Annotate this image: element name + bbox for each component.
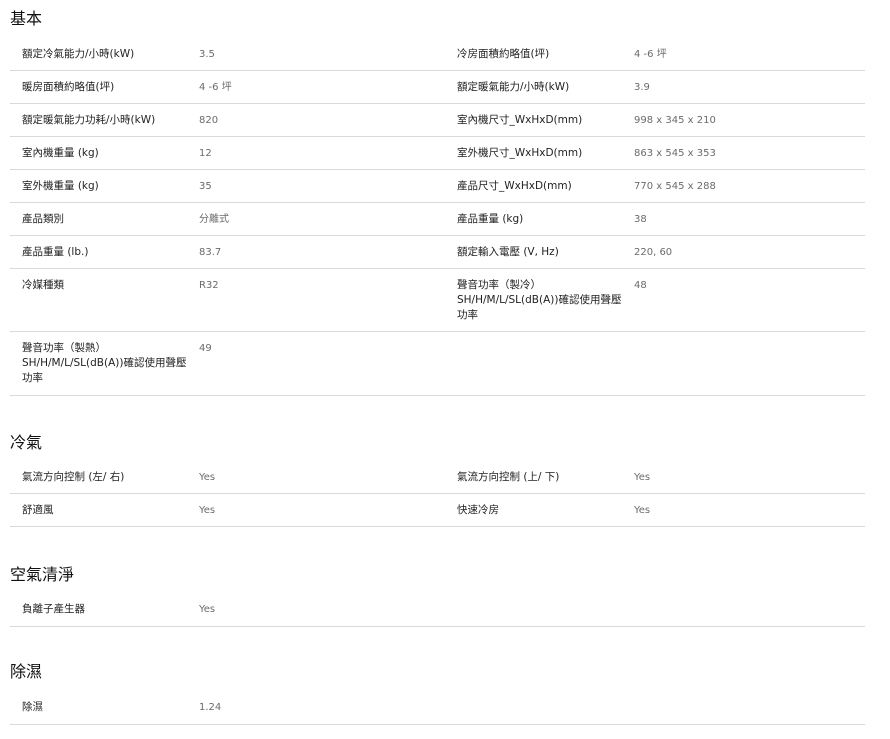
spec-label: 額定輸入電壓 (V, Hz) xyxy=(457,246,559,258)
table-row: 產品重量 (lb.) 83.7 額定輸入電壓 (V, Hz) 220, 60 xyxy=(10,236,865,269)
empty-cell xyxy=(445,593,634,626)
section-air-purification: 空氣清淨 xyxy=(10,565,74,585)
spec-table-air-purification: 負離子產生器 Yes xyxy=(10,593,865,627)
empty-cell xyxy=(445,691,634,724)
empty-cell xyxy=(634,593,865,626)
table-row: 暖房面積約略值(坪) 4 -6 坪 額定暖氣能力/小時(kW) 3.9 xyxy=(10,71,865,104)
spec-value: 863 x 545 x 353 xyxy=(634,148,716,159)
spec-table-cooling: 氣流方向控制 (左/ 右) Yes 氣流方向控制 (上/ 下) Yes 舒適風 … xyxy=(10,461,865,527)
spec-label: 聲音功率（製冷）SH/H/M/L/SL(dB(A))確認使用聲壓功率 xyxy=(457,279,622,321)
spec-label: 冷房面積約略值(坪) xyxy=(457,48,550,60)
spec-label: 額定暖氣能力功耗/小時(kW) xyxy=(22,114,156,126)
spec-value: 998 x 345 x 210 xyxy=(634,115,716,126)
spec-value: Yes xyxy=(199,604,216,615)
spec-label: 室內機重量 (kg) xyxy=(22,147,99,159)
section-basic: 基本 xyxy=(10,9,42,29)
spec-value: 770 x 545 x 288 xyxy=(634,181,716,192)
table-row: 氣流方向控制 (左/ 右) Yes 氣流方向控制 (上/ 下) Yes xyxy=(10,461,865,494)
section-dehumidify: 除濕 xyxy=(10,662,42,682)
spec-value: 3.5 xyxy=(199,49,215,60)
section-title: 基本 xyxy=(10,9,43,28)
spec-label: 產品重量 (kg) xyxy=(457,213,524,225)
empty-cell xyxy=(634,691,865,724)
spec-label: 額定冷氣能力/小時(kW) xyxy=(22,48,135,60)
spec-label: 負離子產生器 xyxy=(22,603,85,615)
table-row: 除濕 1.24 xyxy=(10,691,865,725)
spec-label: 額定暖氣能力/小時(kW) xyxy=(457,81,570,93)
spec-value: 1.24 xyxy=(199,702,222,713)
table-row: 室內機重量 (kg) 12 室外機尺寸_WxHxD(mm) 863 x 545 … xyxy=(10,137,865,170)
section-title: 空氣清淨 xyxy=(10,565,75,584)
spec-label: 產品尺寸_WxHxD(mm) xyxy=(457,180,572,192)
spec-label: 室外機重量 (kg) xyxy=(22,180,99,192)
spec-label: 氣流方向控制 (上/ 下) xyxy=(457,471,560,483)
table-row: 產品類別 分離式 產品重量 (kg) 38 xyxy=(10,203,865,236)
spec-value: 分離式 xyxy=(199,214,229,225)
table-row: 額定冷氣能力/小時(kW) 3.5 冷房面積約略值(坪) 4 -6 坪 xyxy=(10,38,865,71)
table-row: 舒適風 Yes 快速冷房 Yes xyxy=(10,494,865,527)
spec-value: Yes xyxy=(199,505,216,516)
section-title: 冷氣 xyxy=(10,433,43,452)
spec-label: 室外機尺寸_WxHxD(mm) xyxy=(457,147,583,159)
spec-value: 48 xyxy=(634,280,647,291)
spec-value: R32 xyxy=(199,280,219,291)
spec-label: 冷媒種類 xyxy=(22,279,64,291)
spec-value: 35 xyxy=(199,181,212,192)
spec-value: 83.7 xyxy=(199,247,222,258)
spec-value: 4 -6 坪 xyxy=(634,49,667,60)
spec-value: 3.9 xyxy=(634,82,650,93)
spec-value: Yes xyxy=(634,472,651,483)
spec-value: 38 xyxy=(634,214,647,225)
empty-cell xyxy=(445,332,634,395)
spec-label: 產品重量 (lb.) xyxy=(22,246,89,258)
spec-label: 室內機尺寸_WxHxD(mm) xyxy=(457,114,583,126)
spec-value: 4 -6 坪 xyxy=(199,82,232,93)
section-cooling: 冷氣 xyxy=(10,433,42,453)
spec-table-basic: 額定冷氣能力/小時(kW) 3.5 冷房面積約略值(坪) 4 -6 坪 暖房面積… xyxy=(10,38,865,396)
spec-label: 聲音功率（製熱）SH/H/M/L/SL(dB(A))確認使用聲壓功率 xyxy=(22,342,187,384)
spec-label: 產品類別 xyxy=(22,213,64,225)
spec-label: 除濕 xyxy=(22,701,43,713)
table-row: 聲音功率（製熱）SH/H/M/L/SL(dB(A))確認使用聲壓功率 49 xyxy=(10,332,865,396)
table-row: 額定暖氣能力功耗/小時(kW) 820 室內機尺寸_WxHxD(mm) 998 … xyxy=(10,104,865,137)
section-title: 除濕 xyxy=(10,662,43,681)
table-row: 負離子產生器 Yes xyxy=(10,593,865,627)
empty-cell xyxy=(634,332,865,395)
spec-table-dehumidify: 除濕 1.24 xyxy=(10,691,865,725)
spec-value: 12 xyxy=(199,148,212,159)
spec-label: 舒適風 xyxy=(22,504,54,516)
table-row: 室外機重量 (kg) 35 產品尺寸_WxHxD(mm) 770 x 545 x… xyxy=(10,170,865,203)
table-row: 冷媒種類 R32 聲音功率（製冷）SH/H/M/L/SL(dB(A))確認使用聲… xyxy=(10,269,865,332)
spec-value: Yes xyxy=(199,472,216,483)
spec-value: 220, 60 xyxy=(634,247,673,258)
spec-value: Yes xyxy=(634,505,651,516)
spec-label: 暖房面積約略值(坪) xyxy=(22,81,115,93)
spec-label: 快速冷房 xyxy=(457,504,499,516)
spec-value: 49 xyxy=(199,343,212,354)
spec-value: 820 xyxy=(199,115,219,126)
spec-label: 氣流方向控制 (左/ 右) xyxy=(22,471,125,483)
